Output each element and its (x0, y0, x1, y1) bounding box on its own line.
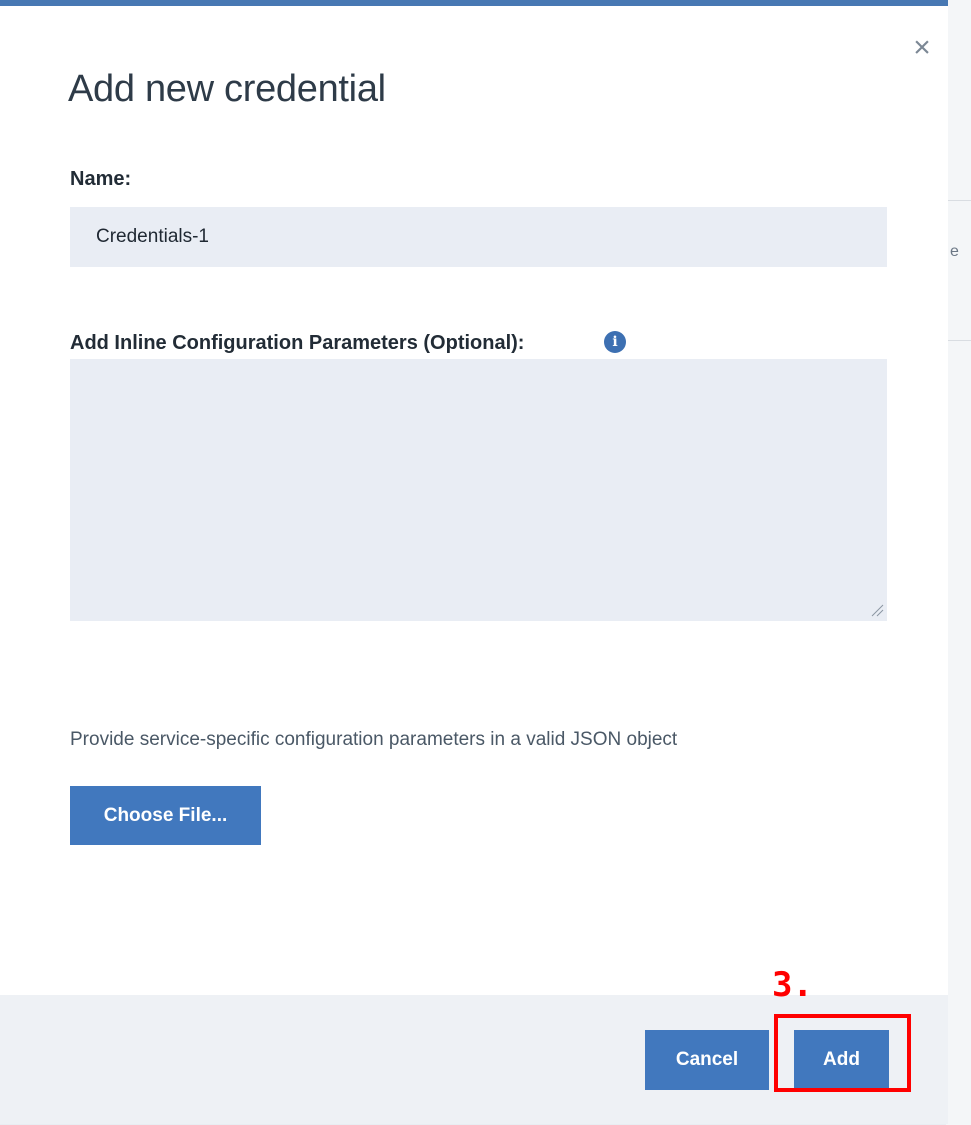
background-text-fragment: e (950, 243, 959, 260)
resize-grip-icon[interactable] (870, 603, 884, 617)
name-label: Name: (70, 168, 132, 190)
info-icon[interactable]: i (604, 331, 626, 353)
background-divider (946, 200, 971, 201)
add-credential-dialog: × Add new credential Name: Add Inline Co… (0, 0, 948, 1124)
name-input[interactable] (70, 207, 887, 267)
highlight-box (774, 1014, 911, 1092)
close-icon[interactable]: × (908, 33, 936, 63)
cancel-button[interactable]: Cancel (645, 1030, 769, 1090)
params-textarea[interactable] (70, 359, 887, 621)
step-annotation-label: 3. (772, 965, 813, 1005)
params-label: Add Inline Configuration Parameters (Opt… (70, 332, 525, 354)
background-page-strip: e (946, 0, 971, 1125)
background-divider (946, 340, 971, 341)
page: e × Add new credential Name: Add Inline … (0, 0, 971, 1125)
dialog-title: Add new credential (68, 68, 386, 110)
choose-file-button[interactable]: Choose File... (70, 786, 261, 845)
help-text: Provide service-specific configuration p… (70, 729, 678, 750)
